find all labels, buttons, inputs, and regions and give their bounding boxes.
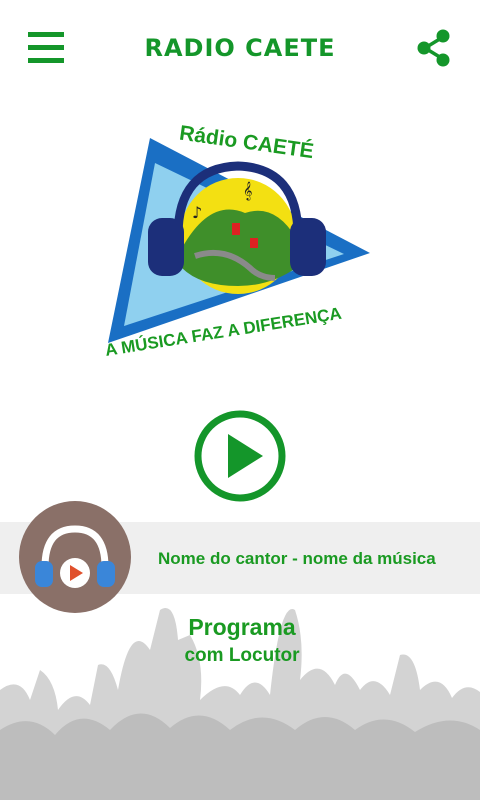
music-note-icon: ♪ (192, 203, 202, 222)
logo-building (250, 238, 258, 248)
headphones-right-cup (290, 218, 326, 276)
headphones-left-cup (148, 218, 184, 276)
logo-building (232, 223, 240, 235)
headphones-icon (35, 525, 115, 588)
app-title: RADIO CAETE (144, 34, 336, 62)
program-avatar (19, 501, 131, 613)
logo-station-name: Rádio CAETÉ (178, 122, 315, 164)
program-name: Programa (188, 614, 296, 640)
host-name: com Locutor (184, 645, 300, 666)
crowd-silhouette (0, 608, 480, 800)
share-icon[interactable] (414, 28, 454, 68)
treble-clef-icon: 𝄞 (243, 181, 252, 201)
top-app-bar: RADIO CAETE (0, 0, 480, 100)
play-triangle (228, 434, 263, 478)
play-button[interactable] (193, 409, 287, 503)
station-logo: ♪ 𝄞 Rádio CAETÉ A MÚSICA FAZ A DIFERENÇA (104, 122, 370, 360)
track-title: Nome do cantor - nome da música (158, 549, 436, 568)
